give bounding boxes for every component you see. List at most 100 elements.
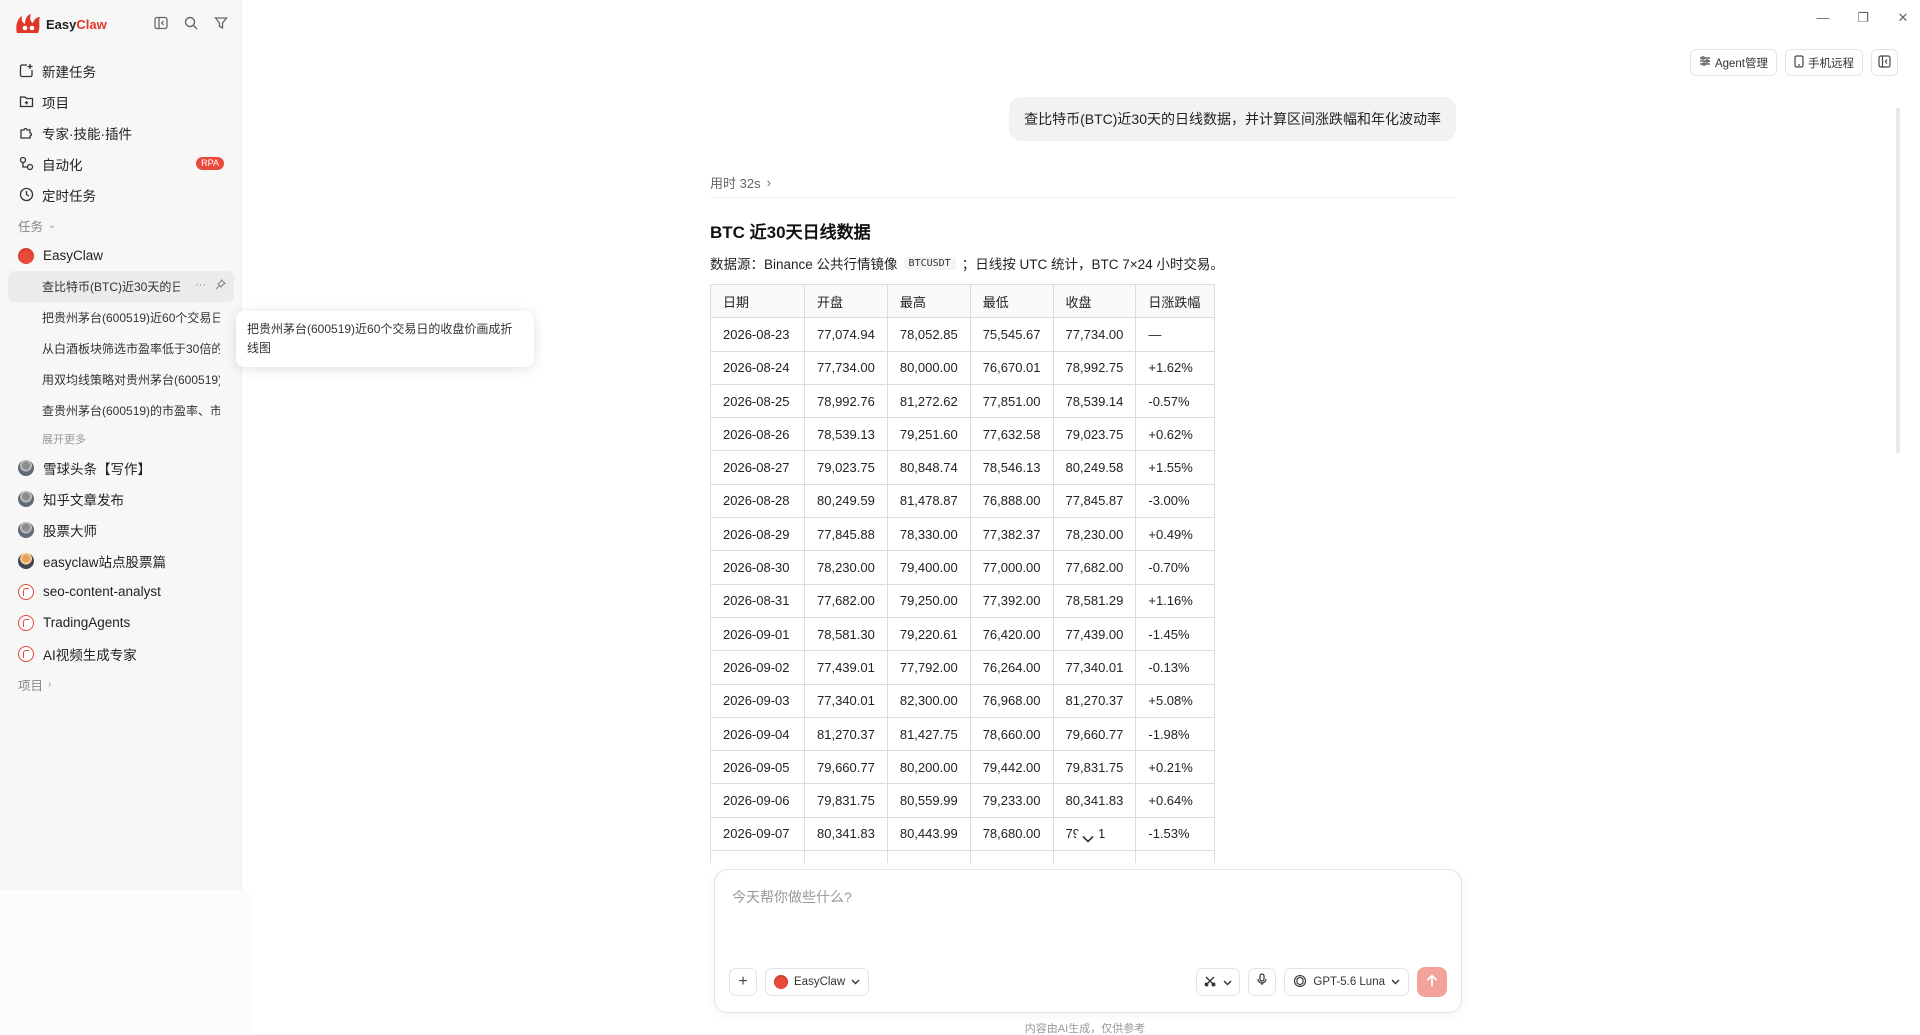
agent-item[interactable]: seo-content-analyst <box>8 576 234 607</box>
table-cell: — <box>1135 317 1216 352</box>
table-cell: 78,455.00 <box>1052 850 1137 863</box>
table-cell: -1.98% <box>1135 716 1216 752</box>
table-cell: 79,251.60 <box>886 417 971 452</box>
agent-item[interactable]: TradingAgents <box>8 607 234 638</box>
send-button[interactable] <box>1417 967 1447 997</box>
task-item[interactable]: 把贵州茅台(600519)近60个交易日的收盘价画成折线图 <box>8 302 234 333</box>
nav-automation[interactable]: 自动化 RPA <box>8 148 234 179</box>
nav-new-task[interactable]: 新建任务 <box>8 55 234 86</box>
projects-section-toggle[interactable]: 项目 › <box>8 669 234 699</box>
minimize-icon[interactable]: — <box>1816 10 1830 26</box>
toggle-sidebar-icon[interactable] <box>152 14 170 32</box>
mobile-remote-button[interactable]: 手机远程 <box>1785 49 1863 76</box>
task-item[interactable]: 查比特币(BTC)近30天的日线数据，并计算区间涨跌幅和年化波动率 ··· <box>8 271 234 302</box>
scrollbar[interactable] <box>1896 108 1900 453</box>
agent-group-label: EasyClaw <box>43 248 104 263</box>
user-message: 查比特币(BTC)近30天的日线数据，并计算区间涨跌幅和年化波动率 <box>1009 97 1456 141</box>
model-selector[interactable]: GPT-5.6 Luna <box>1284 968 1409 996</box>
task-tooltip: 把贵州茅台(600519)近60个交易日的收盘价画成折线图 <box>236 311 534 367</box>
agent-management-button[interactable]: Agent管理 <box>1689 49 1777 76</box>
task-item[interactable]: 从白酒板块筛选市盈率低于30倍的股票 <box>8 333 234 364</box>
table-cell: 80,559.99 <box>886 783 971 818</box>
search-icon[interactable] <box>182 14 200 32</box>
task-item[interactable]: 查贵州茅台(600519)的市盈率、市净率 <box>8 395 234 426</box>
close-icon[interactable]: ✕ <box>1896 10 1910 26</box>
rpa-badge: RPA <box>196 157 224 170</box>
chevron-right-icon: › <box>48 678 52 690</box>
agent-item[interactable]: AI视频生成专家 <box>8 638 234 669</box>
table-cell: 79,250.00 <box>886 583 971 618</box>
table-cell: 79,023.75 <box>804 450 888 485</box>
table-row: 2026-08-25 78,992.76 81,272.62 77,851.00 78,… <box>710 383 1216 419</box>
sidebar-footer <box>0 890 250 1035</box>
nav-experts-skills-plugins[interactable]: 专家·技能·插件 <box>8 117 234 148</box>
table-cell: 77,682.00 <box>1052 550 1137 585</box>
table-header-cell: 最低 <box>969 283 1054 319</box>
message-composer[interactable]: 今天帮你做些什么? + EasyClaw GPT-5.6 Luna <box>714 869 1462 1013</box>
table-cell: 77,682.00 <box>804 583 888 618</box>
table-cell: 78,660.00 <box>969 716 1054 752</box>
composer-placeholder[interactable]: 今天帮你做些什么? <box>732 887 852 907</box>
table-cell: -1.53% <box>1135 816 1216 852</box>
task-title: 把贵州茅台(600519)近60个交易日的收盘价画成折线图 <box>42 311 220 325</box>
filter-icon[interactable] <box>212 14 230 32</box>
agent-label: easyclaw站点股票篇 <box>43 554 167 570</box>
nav-label: 专家·技能·插件 <box>42 126 132 142</box>
table-header-cell: 收盘 <box>1052 283 1137 319</box>
clock-icon <box>18 187 34 203</box>
pin-icon[interactable] <box>215 279 226 293</box>
divider <box>710 197 1456 198</box>
table-cell: 80,341.83 <box>804 816 888 852</box>
table-row: 2026-08-31 77,682.00 79,250.00 77,392.00 78,… <box>710 583 1216 618</box>
restore-icon[interactable]: ❐ <box>1856 10 1870 26</box>
table-cell: 77,340.01 <box>1052 650 1137 685</box>
table-cell: 76,670.01 <box>969 350 1054 385</box>
claw-logo-icon <box>14 13 42 35</box>
agent-selector[interactable]: EasyClaw <box>765 968 870 996</box>
phone-icon <box>1794 54 1804 71</box>
app-logo[interactable]: EasyClaw <box>14 12 107 36</box>
table-header-row: 日期 开盘 最高 最低 收盘 日涨跌幅 <box>710 283 1216 319</box>
table-cell: 78,539.14 <box>1052 383 1137 419</box>
data-source-line: 数据源：Binance 公共行情镜像 BTCUSDT ；日线按 UTC 统计，B… <box>710 252 1470 274</box>
agent-item[interactable]: 雪球头条【写作】 <box>8 452 234 483</box>
table-row: 2026-08-23 77,074.94 78,052.85 75,545.67 77,… <box>710 317 1216 352</box>
tools-icon <box>1204 975 1216 990</box>
tools-selector[interactable] <box>1196 968 1241 996</box>
table-cell: 77,000.00 <box>969 550 1054 585</box>
agent-item[interactable]: 知乎文章发布 <box>8 483 234 514</box>
nav-label: 自动化 <box>42 157 83 173</box>
nav-scheduled-tasks[interactable]: 定时任务 <box>8 179 234 210</box>
table-cell: 77,851.00 <box>969 383 1054 419</box>
more-options-icon[interactable]: ··· <box>195 279 206 293</box>
model-icon <box>1293 974 1307 991</box>
table-cell: 2026-09-01 <box>710 616 805 652</box>
add-attachment-button[interactable]: + <box>729 968 757 996</box>
table-cell: 79,023.75 <box>1052 417 1137 452</box>
table-header-cell: 日涨跌幅 <box>1135 283 1216 319</box>
thinking-time-toggle[interactable]: 用时 32s › <box>710 173 771 192</box>
table-cell: 2026-09-05 <box>710 750 805 785</box>
table-cell: 80,443.99 <box>886 816 971 852</box>
show-more-link[interactable]: 展开更多 <box>8 426 234 452</box>
agent-item[interactable]: 股票大师 <box>8 514 234 545</box>
scroll-to-bottom-button[interactable] <box>1076 826 1100 850</box>
toggle-panel-button[interactable] <box>1871 49 1898 76</box>
table-cell: 79,400.00 <box>886 550 971 585</box>
table-cell: 79,660.77 <box>804 750 888 785</box>
table-header-cell: 最高 <box>886 283 971 319</box>
table-cell: 2026-08-29 <box>710 517 805 552</box>
nav-projects[interactable]: 项目 <box>8 86 234 117</box>
table-cell: 76,420.00 <box>969 616 1054 652</box>
agent-group-easyclaw[interactable]: EasyClaw <box>8 240 234 271</box>
microphone-icon <box>1257 973 1267 991</box>
table-cell: 78,539.13 <box>804 417 888 452</box>
task-item[interactable]: 用双均线策略对贵州茅台(600519)进行回测 <box>8 364 234 395</box>
table-cell: -0.83% <box>1135 850 1216 863</box>
voice-input-button[interactable] <box>1248 968 1277 996</box>
tasks-section-toggle[interactable]: 任务 ⌄ <box>8 210 234 240</box>
sidebar: EasyClaw 新建任务 项目 专家·技能·插件 自动化 RPA 定时任务 任… <box>0 0 242 890</box>
agent-item[interactable]: easyclaw站点股票篇 <box>8 545 234 576</box>
table-cell: 81,478.87 <box>886 483 971 519</box>
table-cell: 2026-08-28 <box>710 483 805 519</box>
